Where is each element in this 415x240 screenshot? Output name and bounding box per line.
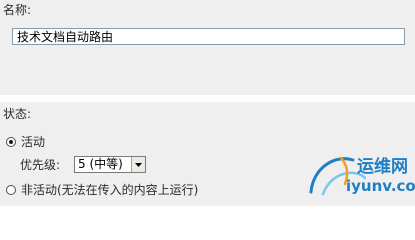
status-label: 状态: bbox=[3, 107, 32, 121]
chevron-down-icon[interactable] bbox=[131, 157, 145, 172]
section-divider bbox=[0, 95, 415, 102]
watermark-title: 运维网 bbox=[357, 157, 408, 177]
status-inactive-option[interactable]: 非活动(无法在传入的内容上运行) bbox=[6, 183, 198, 197]
name-input[interactable] bbox=[12, 28, 405, 45]
inactive-radio-label: 非活动(无法在传入的内容上运行) bbox=[21, 183, 199, 197]
priority-select[interactable]: 5 (中等) bbox=[74, 156, 146, 173]
watermark-domain: iyunv.com bbox=[346, 177, 415, 195]
name-label: 名称: bbox=[3, 3, 32, 17]
name-section bbox=[0, 0, 415, 95]
priority-label: 优先级: bbox=[20, 158, 61, 172]
inactive-radio[interactable] bbox=[6, 185, 16, 195]
status-active-option[interactable]: 活动 bbox=[6, 135, 45, 149]
priority-select-value: 5 (中等) bbox=[78, 157, 123, 171]
active-radio-label: 活动 bbox=[21, 135, 46, 149]
active-radio[interactable] bbox=[6, 137, 16, 147]
